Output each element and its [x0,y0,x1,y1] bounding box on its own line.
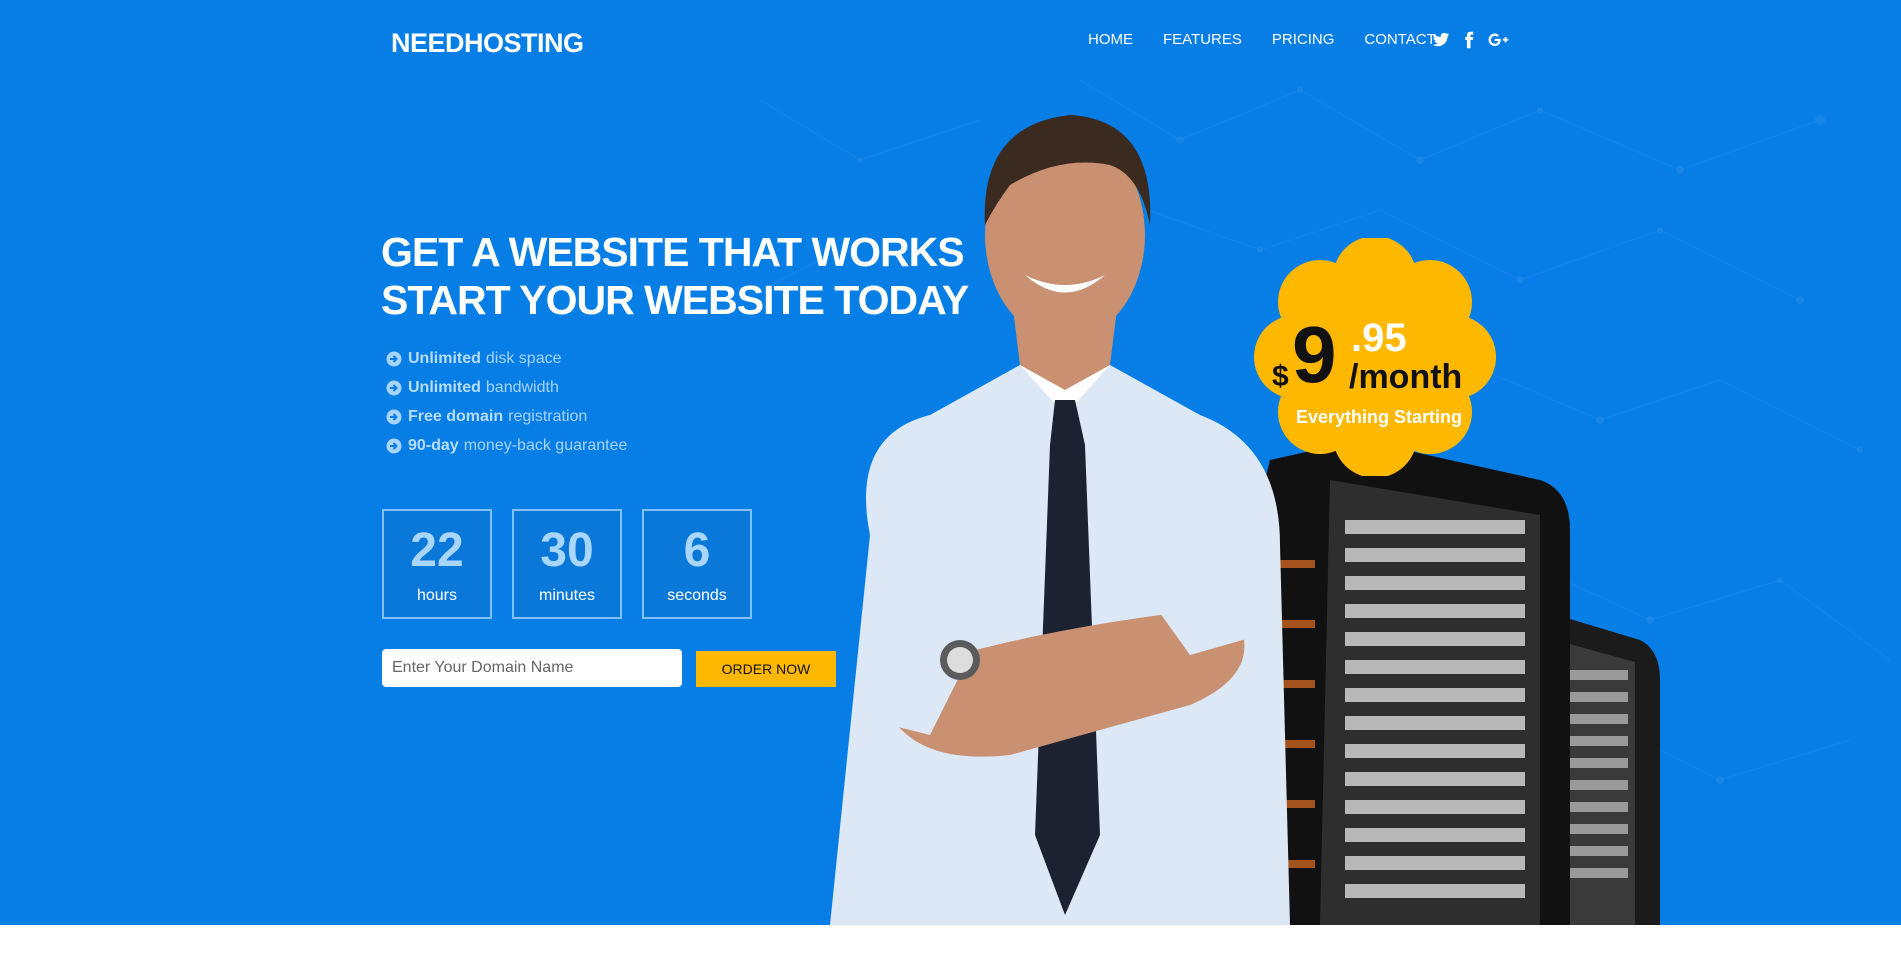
arrow-circle-right-icon [386,409,402,424]
social-links [1432,31,1509,49]
arrow-circle-right-icon [386,438,402,453]
price-caption: Everything Starting [1296,407,1463,427]
facebook-icon[interactable] [1460,31,1478,49]
feature-text: money-back guarantee [463,436,628,454]
google-plus-icon[interactable] [1488,31,1509,49]
feature-bold: Free domain [408,407,504,425]
domain-search-input[interactable] [382,649,682,687]
hero-section: NEEDHOSTING HOME FEATURES PRICING CONTAC… [0,0,1901,925]
feature-bold: Unlimited [408,378,481,396]
businessman-image [830,115,1290,925]
countdown-value: 30 [540,524,594,577]
feature-text: bandwidth [485,378,559,396]
countdown-hours: 22 hours [382,509,492,619]
price-main: 9 [1292,310,1337,399]
price-cents: .95 [1351,316,1407,360]
list-item: 90-day money-back guarantee [386,431,627,460]
list-item: Free domain registration [386,402,627,431]
price-period: /month [1349,358,1463,396]
price-currency: $ [1272,360,1289,393]
list-item: Unlimited disk space [386,344,627,373]
countdown-minutes: 30 minutes [512,509,622,619]
countdown-label: hours [416,587,458,604]
nav-features[interactable]: FEATURES [1163,30,1242,50]
feature-bold: Unlimited [408,349,481,367]
list-item: Unlimited bandwidth [386,373,627,402]
countdown-label: minutes [538,587,596,604]
price-badge: $ 9 .95 /month Everything Starting [1240,238,1510,476]
countdown-timer: 22 hours 30 minutes 6 seconds [382,509,752,619]
nav-pricing[interactable]: PRICING [1272,30,1335,50]
brand-logo[interactable]: NEEDHOSTING [391,28,584,59]
countdown-label: seconds [667,587,727,604]
nav-contact[interactable]: CONTACT [1364,30,1435,50]
arrow-circle-right-icon [386,380,402,395]
twitter-icon[interactable] [1432,31,1450,49]
arrow-circle-right-icon [386,351,402,366]
countdown-value: 22 [410,524,464,577]
nav-home[interactable]: HOME [1088,30,1133,50]
feature-list: Unlimited disk space Unlimited bandwidth… [386,344,627,460]
feature-text: registration [508,407,588,425]
countdown-value: 6 [683,524,711,577]
feature-bold: 90-day [408,436,459,454]
main-nav: HOME FEATURES PRICING CONTACT [1088,30,1466,50]
feature-text: disk space [485,349,562,367]
countdown-seconds: 6 seconds [642,509,752,619]
